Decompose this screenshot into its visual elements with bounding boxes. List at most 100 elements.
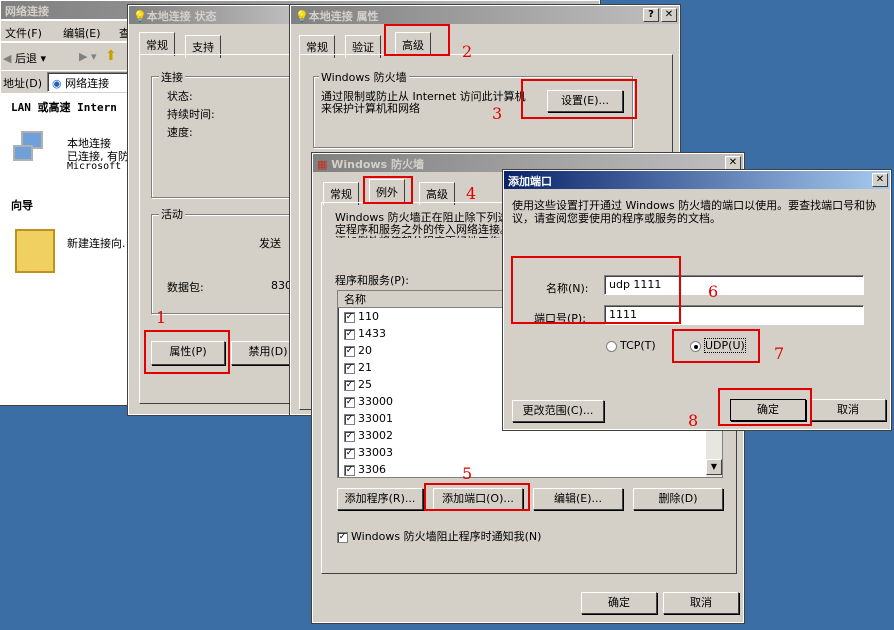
annotation-box-2: [384, 24, 450, 56]
back-button[interactable]: ◀ 后退 ▾: [3, 50, 46, 66]
annotation-number-8: 8: [688, 411, 699, 430]
list-header-name: 名称: [344, 293, 366, 306]
annotation-box-6: [511, 256, 681, 324]
checkbox-checked-icon[interactable]: ✓: [344, 379, 355, 391]
activity-group-label: 活动: [159, 206, 185, 222]
help-button[interactable]: ?: [643, 8, 659, 22]
notify-checkbox[interactable]: ✓ Windows 防火墙阻止程序时通知我(N): [337, 528, 541, 544]
menu-file[interactable]: 文件(F): [5, 25, 42, 41]
monitor-shape-2: [13, 145, 33, 161]
checkbox-checked-icon[interactable]: ✓: [344, 430, 355, 442]
annotation-number-2: 2: [462, 42, 473, 61]
add-program-button[interactable]: 添加程序(R)...: [337, 488, 423, 510]
forward-button[interactable]: ▶ ▾: [79, 50, 96, 63]
checkbox-checked-icon[interactable]: ✓: [344, 362, 355, 374]
duration-label: 持续时间:: [167, 108, 215, 121]
explorer-title: 网络连接: [5, 5, 49, 18]
tcp-label: TCP(T): [620, 339, 656, 352]
list-item-label: 33001: [358, 412, 393, 425]
addport-title: 添加端口: [508, 175, 552, 188]
annotation-number-3: 3: [492, 104, 503, 123]
annotation-number-6: 6: [708, 282, 719, 301]
annotation-box-5: [424, 483, 530, 511]
annotation-box-4: [363, 176, 413, 204]
list-item-label: 1433: [358, 327, 386, 340]
packets-label: 数据包:: [167, 281, 204, 294]
tcp-radio[interactable]: TCP(T): [606, 339, 656, 352]
sent-label: 发送: [259, 237, 281, 250]
status-titlebar[interactable]: 💡本地连接 状态: [129, 6, 297, 24]
annotation-box-8: [718, 388, 812, 426]
conn-device: Microsoft I: [67, 161, 134, 172]
wizard-item[interactable]: 新建连接向.: [67, 235, 126, 251]
speed-label: 速度:: [167, 126, 193, 139]
checkbox-checked-icon[interactable]: ✓: [344, 447, 355, 459]
list-item-label: 110: [358, 310, 379, 323]
menu-edit[interactable]: 编辑(E): [63, 25, 101, 41]
address-value: 网络连接: [65, 77, 110, 90]
list-item-label: 33002: [358, 429, 393, 442]
addport-titlebar[interactable]: 添加端口: [504, 171, 890, 189]
lamp-icon: 💡: [133, 10, 147, 23]
annotation-number-4: 4: [466, 184, 477, 203]
conn-group-label: 连接: [159, 69, 185, 85]
address-input[interactable]: ◉ 网络连接: [47, 72, 137, 92]
list-item-label: 33003: [358, 446, 393, 459]
packets-value: 830: [271, 279, 292, 292]
fw-ok-button[interactable]: 确定: [581, 592, 657, 614]
radio-off-icon[interactable]: [606, 340, 617, 352]
addport-desc: 使用这些设置打开通过 Windows 防火墙的端口以使用。要查找端口号和协议，请…: [512, 199, 877, 225]
props-titlebar[interactable]: 💡本地连接 属性: [291, 6, 679, 24]
section-wizard: 向导: [11, 199, 33, 212]
status-label: 状态:: [167, 90, 193, 103]
checkbox-checked-icon[interactable]: ✓: [337, 531, 348, 543]
checkbox-checked-icon[interactable]: ✓: [344, 328, 355, 340]
list-item-label: 33000: [358, 395, 393, 408]
fw-cancel-button[interactable]: 取消: [663, 592, 739, 614]
delete-button[interactable]: 删除(D): [633, 488, 723, 510]
firewall-close-button[interactable]: ✕: [725, 156, 741, 170]
notify-label: Windows 防火墙阻止程序时通知我(N): [351, 530, 542, 543]
props-close-button[interactable]: ✕: [661, 8, 677, 22]
addport-cancel-button[interactable]: 取消: [810, 399, 886, 421]
program-list-label: 程序和服务(P):: [335, 274, 409, 287]
status-title: 本地连接 状态: [146, 10, 217, 23]
annotation-number-5: 5: [462, 464, 473, 483]
checkbox-checked-icon[interactable]: ✓: [344, 311, 355, 323]
firewall-group-label: Windows 防火墙: [319, 69, 409, 85]
change-scope-button[interactable]: 更改范围(C)...: [512, 400, 604, 422]
list-item[interactable]: ✓ 33003: [338, 444, 708, 461]
checkbox-checked-icon[interactable]: ✓: [344, 413, 355, 425]
list-item-label: 25: [358, 378, 372, 391]
list-item[interactable]: ✓ 3306: [338, 461, 708, 477]
up-folder-icon[interactable]: ⬆: [105, 48, 117, 64]
list-item-label: 20: [358, 344, 372, 357]
network-folder-icon: ◉: [52, 77, 62, 90]
firewall-title: Windows 防火墙: [331, 158, 424, 171]
checkbox-checked-icon[interactable]: ✓: [344, 464, 355, 476]
checkbox-checked-icon[interactable]: ✓: [344, 345, 355, 357]
addport-close-button[interactable]: ✕: [872, 173, 888, 187]
list-item-label: 21: [358, 361, 372, 374]
edit-button[interactable]: 编辑(E)...: [533, 488, 623, 510]
firewall-brick-icon: ▦: [317, 158, 328, 171]
annotation-box-7: [672, 329, 760, 363]
props-title: 本地连接 属性: [308, 10, 379, 23]
activity-group: [151, 214, 301, 314]
back-arrow-icon: ◀: [3, 52, 12, 65]
annotation-box-1: [144, 330, 230, 374]
scroll-down-arrow-icon[interactable]: ▼: [706, 459, 722, 475]
annotation-number-7: 7: [774, 344, 785, 363]
address-label: 地址(D): [3, 77, 43, 90]
tab-general[interactable]: 常规: [139, 32, 175, 56]
annotation-number-1: 1: [156, 308, 167, 327]
annotation-box-3: [521, 79, 637, 119]
back-label: 后退: [14, 52, 37, 65]
checkbox-checked-icon[interactable]: ✓: [344, 396, 355, 408]
local-connection-icon[interactable]: [13, 131, 61, 167]
section-lan: LAN 或高速 Intern: [11, 101, 117, 114]
list-item-label: 3306: [358, 463, 386, 476]
wizard-icon[interactable]: [15, 229, 55, 273]
firewall-desc: Windows 防火墙正在阻止除下列选定程序和服务之外的传入网络连接。添加例外将…: [335, 212, 511, 238]
lamp-icon-2: 💡: [295, 10, 309, 23]
